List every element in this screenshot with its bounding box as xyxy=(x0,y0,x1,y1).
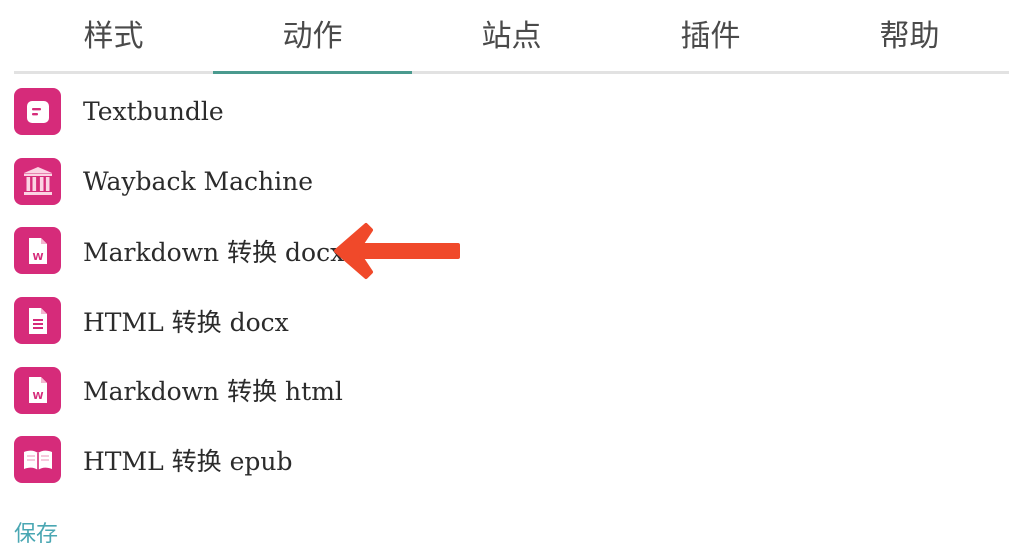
svg-text:W: W xyxy=(32,391,43,402)
tab-divider xyxy=(14,71,1009,74)
list-item-html-to-docx[interactable]: HTML 转换 docx xyxy=(14,286,1009,356)
open-book-icon xyxy=(14,436,61,484)
text-document-icon xyxy=(14,297,61,345)
tab-styles[interactable]: 样式 xyxy=(14,0,213,74)
svg-text:W: W xyxy=(32,252,43,263)
active-tab-indicator xyxy=(213,71,412,74)
item-label: Textbundle xyxy=(83,97,224,127)
list-item-markdown-to-docx[interactable]: W Markdown 转换 docx xyxy=(14,216,1009,286)
annotation-arrow xyxy=(334,223,460,279)
item-label: Wayback Machine xyxy=(83,166,314,196)
action-list: Textbundle Wayback Machine W Markdown 转换 xyxy=(14,77,1009,495)
textbundle-icon xyxy=(14,88,61,136)
list-item-markdown-to-html[interactable]: W Markdown 转换 html xyxy=(14,355,1009,425)
save-link[interactable]: 保存 xyxy=(14,522,58,548)
item-label: Markdown 转换 docx xyxy=(83,237,345,267)
word-document-icon: W xyxy=(14,227,61,275)
list-item-textbundle[interactable]: Textbundle xyxy=(14,77,1009,147)
list-item-wayback-machine[interactable]: Wayback Machine xyxy=(14,147,1009,217)
item-label: Markdown 转换 html xyxy=(83,377,343,407)
item-label: HTML 转换 docx xyxy=(83,307,289,337)
list-item-html-to-epub[interactable]: HTML 转换 epub xyxy=(14,425,1009,495)
word-document-icon: W xyxy=(14,366,61,414)
item-label: HTML 转换 epub xyxy=(83,446,293,476)
tab-sites[interactable]: 站点 xyxy=(412,0,611,74)
tab-actions[interactable]: 动作 xyxy=(213,0,412,74)
tab-plugins[interactable]: 插件 xyxy=(611,0,810,74)
tab-help[interactable]: 帮助 xyxy=(810,0,1009,74)
archive-building-icon xyxy=(14,157,61,205)
tab-bar: 样式 动作 站点 插件 帮助 xyxy=(14,0,1009,74)
